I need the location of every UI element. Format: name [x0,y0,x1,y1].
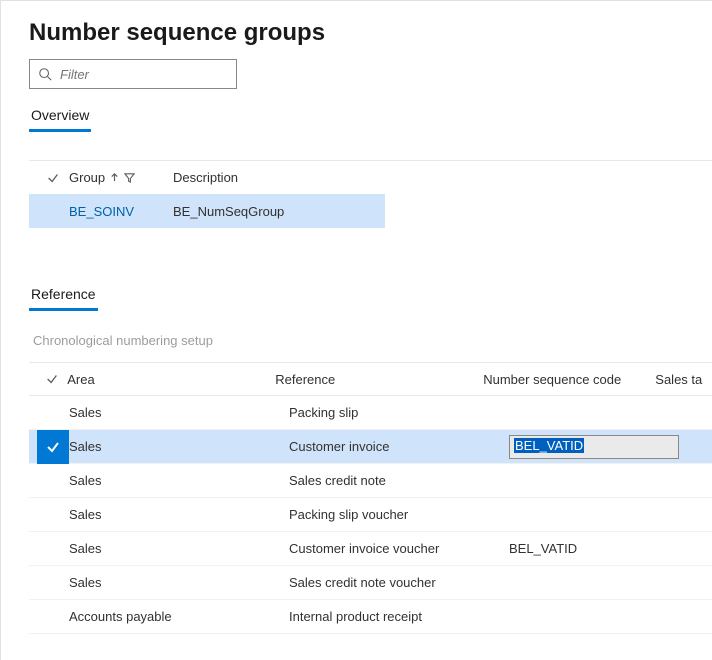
table-row[interactable]: SalesCustomer invoiceBEL_VATID [29,430,712,464]
number-sequence-code-input[interactable]: BEL_VATID [509,435,679,459]
cell-area: Sales [69,473,289,488]
cell-reference: Packing slip [289,405,509,420]
table-row[interactable]: SalesCustomer invoice voucherBEL_VATID [29,532,712,566]
column-header-description[interactable]: Description [173,170,373,185]
search-icon [38,67,52,81]
cell-reference: Customer invoice voucher [289,541,509,556]
table-row[interactable]: SalesSales credit note voucher [29,566,712,600]
column-header-sales-tax[interactable]: Sales ta [655,372,712,387]
cell-reference: Packing slip voucher [289,507,509,522]
cell-reference: Sales credit note [289,473,509,488]
overview-row[interactable]: BE_SOINV BE_NumSeqGroup [29,194,385,228]
column-header-group[interactable]: Group [69,170,173,185]
reference-select-all[interactable] [37,372,67,386]
cell-reference: Customer invoice [289,439,509,454]
overview-row-group: BE_SOINV [69,204,173,219]
column-header-reference[interactable]: Reference [275,372,483,387]
cell-number-sequence-code: BEL_VATID [509,541,691,556]
cell-reference: Sales credit note voucher [289,575,509,590]
column-header-area[interactable]: Area [67,372,275,387]
column-header-group-label: Group [69,170,105,185]
table-row[interactable]: SalesSales credit note [29,464,712,498]
column-header-number-sequence-code[interactable]: Number sequence code [483,372,655,387]
cell-area: Sales [69,405,289,420]
row-checkbox[interactable] [37,430,69,464]
table-row[interactable]: SalesPacking slip [29,396,712,430]
reference-grid-header: Area Reference Number sequence code Sale… [29,362,712,396]
reference-rows-container: SalesPacking slipSalesCustomer invoiceBE… [29,396,712,634]
overview-grid-header: Group Description [29,160,712,194]
cell-area: Sales [69,439,289,454]
reference-subsection-title: Chronological numbering setup [33,333,712,348]
cell-number-sequence-code[interactable]: BEL_VATID [509,435,691,459]
overview-row-description: BE_NumSeqGroup [173,204,284,219]
sort-asc-icon [109,172,120,183]
cell-area: Accounts payable [69,609,289,624]
table-row[interactable]: SalesPacking slip voucher [29,498,712,532]
column-header-description-label: Description [173,170,238,185]
cell-reference: Internal product receipt [289,609,509,624]
filter-box[interactable] [29,59,237,89]
tab-overview[interactable]: Overview [29,103,91,132]
cell-area: Sales [69,575,289,590]
cell-area: Sales [69,541,289,556]
cell-area: Sales [69,507,289,522]
page-title: Number sequence groups [29,19,712,47]
tab-reference[interactable]: Reference [29,282,98,311]
select-all-checkbox[interactable] [37,171,69,185]
table-row[interactable]: Accounts payableInternal product receipt [29,600,712,634]
filter-icon[interactable] [124,172,135,183]
filter-input[interactable] [58,66,228,83]
page-root: Number sequence groups Overview Group [0,0,712,660]
